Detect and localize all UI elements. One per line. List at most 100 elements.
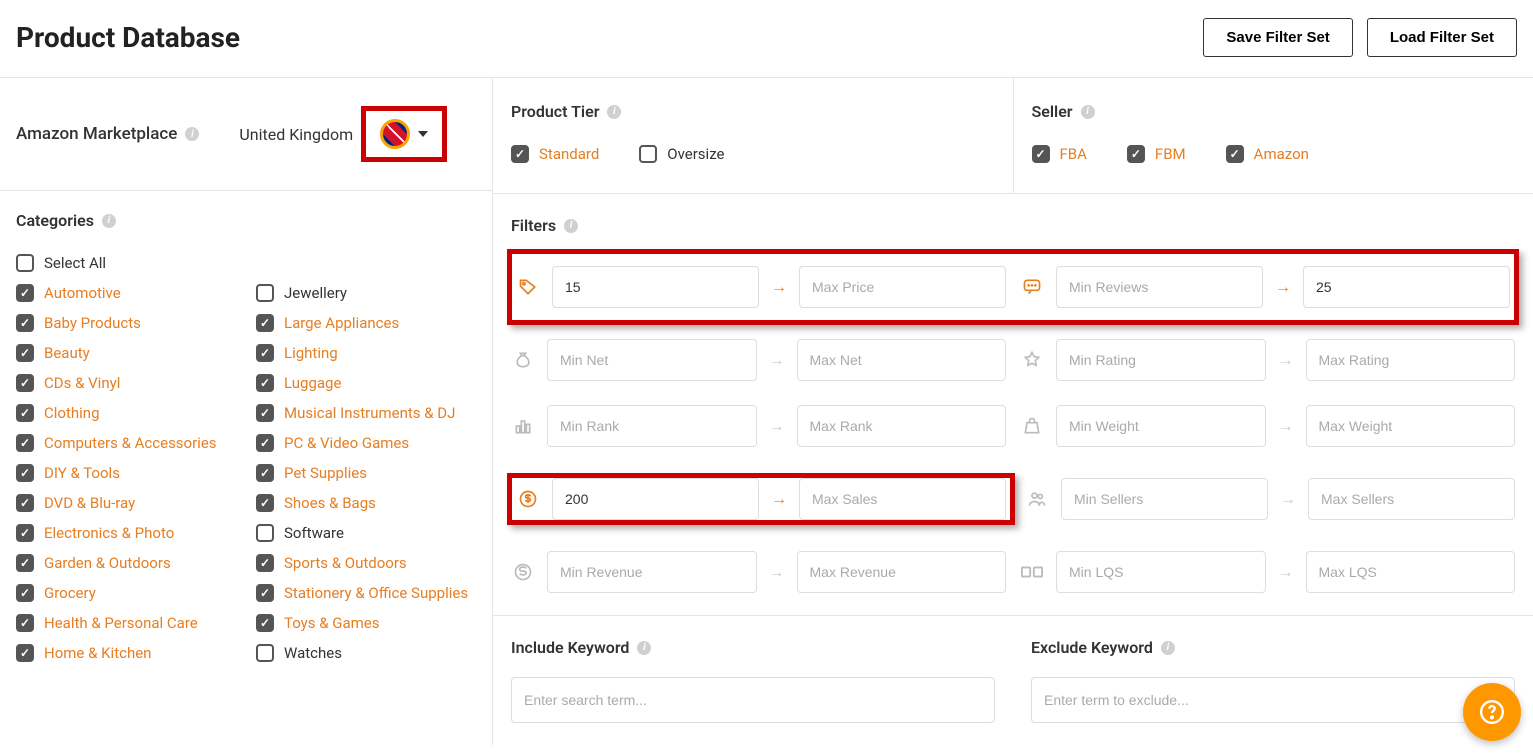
rank-icon (511, 416, 535, 436)
help-fab-button[interactable] (1463, 683, 1521, 741)
min-weight-input[interactable] (1056, 405, 1266, 447)
arrow-right-icon: → (1278, 562, 1294, 582)
highlight-sales: → (507, 473, 1015, 525)
category-checkbox[interactable]: PC & Video Games (256, 428, 476, 458)
max-sellers-input[interactable] (1308, 478, 1515, 520)
min-sellers-input[interactable] (1061, 478, 1268, 520)
checkbox-label: Luggage (284, 374, 341, 392)
category-checkbox[interactable]: Luggage (256, 368, 476, 398)
checkbox-label: Sports & Outdoors (284, 554, 407, 572)
weight-icon (1020, 416, 1044, 436)
reviews-icon (1020, 277, 1044, 297)
arrow-right-icon: → (1275, 277, 1291, 297)
include-keyword-title: Include Keyword i (511, 638, 651, 657)
category-checkbox[interactable]: FBA (1032, 139, 1087, 169)
category-checkbox[interactable]: Sports & Outdoors (256, 548, 476, 578)
include-keyword-input[interactable] (511, 677, 995, 723)
info-icon: i (637, 641, 651, 655)
category-checkbox[interactable]: Jewellery (256, 278, 476, 308)
checkbox-icon (16, 284, 34, 302)
category-checkbox[interactable]: Grocery (16, 578, 236, 608)
checkbox-label: Amazon (1254, 145, 1309, 163)
min-net-input[interactable] (547, 339, 757, 381)
category-checkbox[interactable]: Amazon (1226, 139, 1309, 169)
max-rank-input[interactable] (797, 405, 1007, 447)
checkbox-label: Toys & Games (284, 614, 380, 632)
category-checkbox[interactable]: DVD & Blu-ray (16, 488, 236, 518)
checkbox-label: FBM (1155, 145, 1186, 163)
max-sales-input[interactable] (799, 478, 1006, 520)
checkbox-icon (16, 374, 34, 392)
exclude-keyword-section: Exclude Keyword i (1013, 616, 1533, 745)
highlight-flag-box (361, 106, 447, 162)
info-icon: i (607, 105, 621, 119)
min-sales-input[interactable] (552, 478, 759, 520)
exclude-keyword-title: Exclude Keyword i (1031, 638, 1175, 657)
category-checkbox[interactable]: Lighting (256, 338, 476, 368)
max-lqs-input[interactable] (1306, 551, 1516, 593)
category-checkbox[interactable]: Pet Supplies (256, 458, 476, 488)
category-checkbox[interactable]: Large Appliances (256, 308, 476, 338)
marketplace-label-text: Amazon Marketplace (16, 124, 177, 144)
max-rating-input[interactable] (1306, 339, 1516, 381)
star-icon (1020, 350, 1044, 370)
checkbox-icon (256, 374, 274, 392)
checkbox-label: DIY & Tools (44, 464, 120, 482)
checkbox-label: PC & Video Games (284, 434, 409, 452)
category-checkbox[interactable]: Home & Kitchen (16, 638, 236, 668)
checkbox-icon (256, 494, 274, 512)
checkbox-icon (511, 145, 529, 163)
max-weight-input[interactable] (1306, 405, 1516, 447)
category-checkbox[interactable]: CDs & Vinyl (16, 368, 236, 398)
category-checkbox[interactable]: Automotive (16, 278, 236, 308)
max-reviews-input[interactable] (1303, 266, 1510, 308)
category-checkbox[interactable]: Shoes & Bags (256, 488, 476, 518)
checkbox-label: Electronics & Photo (44, 524, 174, 542)
category-checkbox[interactable]: Computers & Accessories (16, 428, 236, 458)
page-title: Product Database (16, 21, 240, 54)
money-bag-icon (511, 350, 535, 370)
arrow-right-icon: → (1280, 489, 1296, 509)
page-header: Product Database Save Filter Set Load Fi… (0, 0, 1533, 78)
category-checkbox[interactable]: Watches (256, 638, 476, 668)
max-revenue-input[interactable] (797, 551, 1007, 593)
category-checkbox[interactable]: Standard (511, 139, 599, 169)
category-checkbox[interactable]: Garden & Outdoors (16, 548, 236, 578)
price-tag-icon (516, 277, 540, 297)
min-rating-input[interactable] (1056, 339, 1266, 381)
category-checkbox[interactable]: Health & Personal Care (16, 608, 236, 638)
category-checkbox[interactable]: Toys & Games (256, 608, 476, 638)
filters-title: Filters i (511, 216, 578, 235)
category-checkbox[interactable]: Oversize (639, 139, 724, 169)
select-all-checkbox[interactable]: Select All (16, 248, 476, 278)
category-checkbox[interactable]: DIY & Tools (16, 458, 236, 488)
category-checkbox[interactable]: Beauty (16, 338, 236, 368)
checkbox-icon (256, 434, 274, 452)
checkbox-icon (256, 614, 274, 632)
category-checkbox[interactable]: Baby Products (16, 308, 236, 338)
arrow-right-icon: → (769, 350, 785, 370)
marketplace-country-select[interactable]: United Kingdom (239, 106, 447, 162)
category-checkbox[interactable]: Clothing (16, 398, 236, 428)
min-reviews-input[interactable] (1056, 266, 1263, 308)
min-lqs-input[interactable] (1056, 551, 1266, 593)
category-checkbox[interactable]: Musical Instruments & DJ (256, 398, 476, 428)
category-checkbox[interactable]: Stationery & Office Supplies (256, 578, 476, 608)
category-checkbox[interactable]: FBM (1127, 139, 1186, 169)
checkbox-icon (256, 464, 274, 482)
load-filter-set-button[interactable]: Load Filter Set (1367, 18, 1517, 57)
min-price-input[interactable] (552, 266, 759, 308)
max-net-input[interactable] (797, 339, 1007, 381)
chevron-down-icon (418, 131, 428, 137)
max-price-input[interactable] (799, 266, 1006, 308)
product-tier-title: Product Tier i (511, 102, 621, 121)
checkbox-icon (256, 524, 274, 542)
save-filter-set-button[interactable]: Save Filter Set (1203, 18, 1352, 57)
min-rank-input[interactable] (547, 405, 757, 447)
exclude-keyword-input[interactable] (1031, 677, 1515, 723)
category-checkbox[interactable]: Electronics & Photo (16, 518, 236, 548)
min-revenue-input[interactable] (547, 551, 757, 593)
filters-section: Filters i → (493, 194, 1533, 616)
category-checkbox[interactable]: Software (256, 518, 476, 548)
sellers-icon (1025, 489, 1049, 509)
